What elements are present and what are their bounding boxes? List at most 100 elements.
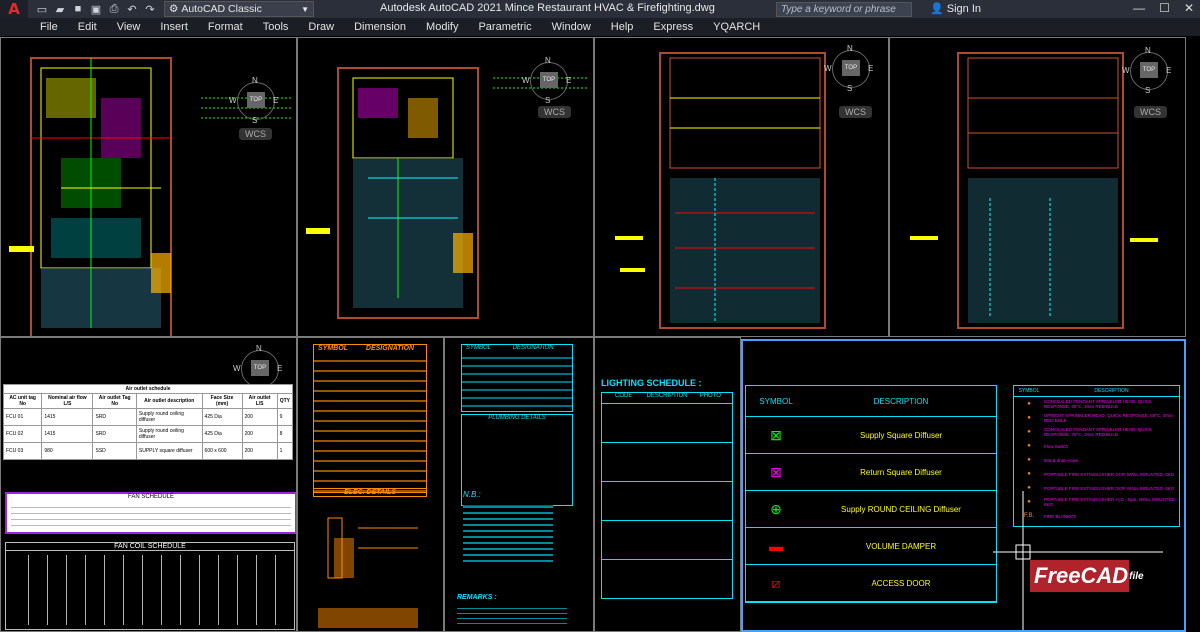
lighting-header-cell: DESCRIPTION [646, 393, 688, 399]
view-cube-top[interactable]: TOP [247, 92, 265, 108]
fan-schedule-title: FAN SCHEDULE [127, 494, 174, 500]
air-table-cell: SUPPLY square diffuser [135, 442, 203, 460]
brand-cad: CAD [1080, 563, 1129, 588]
menu-window[interactable]: Window [542, 21, 601, 33]
compass-s: S [847, 84, 853, 93]
close-icon[interactable]: ✕ [1184, 1, 1194, 15]
search-input[interactable]: Type a keyword or phrase [776, 2, 912, 17]
view-cube-top[interactable]: TOP [842, 60, 860, 76]
new-icon[interactable]: ▭ [36, 3, 48, 16]
menu-modify[interactable]: Modify [416, 21, 468, 33]
remarks-label: REMARKS : [457, 594, 497, 601]
air-table-cell: 200 [241, 442, 278, 460]
view-cube-top[interactable]: TOP [1140, 62, 1158, 78]
compass-n: N [847, 44, 853, 53]
menu-view[interactable]: View [107, 21, 151, 33]
window-controls: — ☐ ✕ [1133, 1, 1194, 15]
view-cube[interactable]: TOP N S E W [522, 56, 572, 105]
workspace-dropdown[interactable]: ⚙ AutoCAD Classic ▼ [164, 1, 314, 17]
air-table-cell: 1415 [41, 408, 94, 426]
legend-designation-header: DESIGNATION [365, 345, 415, 352]
wcs-menu[interactable]: WCS [239, 128, 272, 140]
wcs-menu[interactable]: WCS [839, 106, 872, 118]
viewport-3[interactable]: TOP N S E W WCS [594, 37, 889, 337]
compass-s: S [252, 116, 258, 125]
lighting-title: LIGHTING SCHEDULE : [601, 378, 702, 388]
viewport-2[interactable]: TOP N S E W WCS [297, 37, 594, 337]
save-as-icon[interactable]: ▣ [90, 3, 102, 16]
air-table-cell: Supply round ceiling diffuser [135, 408, 203, 426]
lighting-table: CODE DESCRIPTION PHOTO [601, 392, 733, 599]
menu-tools[interactable]: Tools [253, 21, 299, 33]
viewport-schedules[interactable]: TOP N S E W Air outlet schedule AC unit … [0, 337, 297, 632]
fan-schedule: FAN SCHEDULE [5, 492, 296, 534]
window-title: Autodesk AutoCAD 2021 Mince Restaurant H… [380, 2, 715, 14]
compass-w: W [1122, 66, 1130, 75]
view-cube[interactable]: TOP N S E W [1122, 46, 1172, 95]
menu-yqarch[interactable]: YQARCH [703, 21, 770, 33]
air-table-row: FCU 03 980 SSD SUPPLY square diffuser 600 x … [2, 442, 294, 460]
view-cube[interactable]: TOP N S E W [824, 44, 874, 93]
sign-in-label: Sign In [946, 3, 982, 15]
compass-s: S [1145, 86, 1151, 95]
autocad-logo-icon[interactable]: A [0, 0, 28, 18]
menu-help[interactable]: Help [601, 21, 644, 33]
nb-label: N.B.: [463, 490, 481, 499]
lighting-header-cell: PHOTO [699, 393, 721, 399]
title-bar: A ▭ ▰ ■ ▣ ⎙ ↶ ↷ ⚙ AutoCAD Classic ▼ Autod… [0, 0, 1200, 18]
air-table-cell: SRD [92, 425, 137, 443]
compass-n: N [252, 76, 258, 85]
compass-e: E [1166, 66, 1172, 75]
air-table-cell: 200 [241, 425, 278, 443]
air-table-cell: SRD [92, 408, 137, 426]
viewport-legend-plumbing[interactable]: SYMBOL DESIGNATION PLUMBING DETAILS N.B.… [444, 337, 594, 632]
lighting-header-cell: CODE [614, 393, 633, 399]
air-table-cell: 600 x 600 [201, 442, 243, 460]
open-icon[interactable]: ▰ [54, 3, 66, 16]
menu-express[interactable]: Express [643, 21, 703, 33]
compass-e: E [273, 96, 279, 105]
compass-w: W [229, 96, 237, 105]
air-table-cell: 980 [41, 442, 94, 460]
air-table-cell: 1415 [41, 425, 94, 443]
plumbing-legend: SYMBOL DESIGNATION [461, 344, 573, 412]
compass-e: E [277, 364, 283, 373]
air-table-cell: FCU 01 [2, 408, 43, 426]
fan-coil-schedule: FAN COIL SCHEDULE [5, 542, 295, 630]
save-icon[interactable]: ■ [72, 3, 84, 16]
sign-in-button[interactable]: 👤 Sign In [930, 2, 981, 15]
menu-file[interactable]: File [30, 21, 68, 33]
viewport-legend-orange[interactable]: SYMBOL DESIGNATION ELEC. DETAILS [297, 337, 444, 632]
wcs-menu[interactable]: WCS [538, 106, 571, 118]
print-icon[interactable]: ⎙ [108, 3, 120, 16]
viewport-4[interactable]: TOP N S E W WCS [889, 37, 1186, 337]
view-cube[interactable]: TOP N S E W [229, 76, 279, 125]
air-header-cell: Face Size (mm) [201, 393, 243, 409]
compass-e: E [868, 64, 874, 73]
maximize-icon[interactable]: ☐ [1159, 1, 1170, 15]
undo-icon[interactable]: ↶ [126, 3, 138, 16]
air-table-row: FCU 02 1415 SRD Supply round ceiling diffus… [2, 425, 294, 443]
viewport-lighting[interactable]: LIGHTING SCHEDULE : CODE DESCRIPTION PHOTO [594, 337, 741, 632]
air-header-cell: Air outlet description [135, 393, 203, 409]
viewport-1[interactable]: TOP N S E W WCS [0, 37, 297, 337]
menu-draw[interactable]: Draw [298, 21, 344, 33]
view-cube-top[interactable]: TOP [540, 72, 558, 88]
minimize-icon[interactable]: — [1133, 1, 1145, 15]
menu-format[interactable]: Format [198, 21, 253, 33]
air-table-cell: 9 [276, 408, 294, 426]
air-table-cell: 8 [276, 425, 294, 443]
redo-icon[interactable]: ↷ [144, 3, 156, 16]
menu-insert[interactable]: Insert [150, 21, 198, 33]
menu-parametric[interactable]: Parametric [468, 21, 541, 33]
freecadfile-logo: Free CAD file [1030, 560, 1144, 592]
air-header-cell: Nominal air flow L/S [41, 393, 94, 409]
menu-edit[interactable]: Edit [68, 21, 107, 33]
menu-dimension[interactable]: Dimension [344, 21, 416, 33]
air-table-cell: Supply round ceiling diffuser [135, 425, 203, 443]
legend-symbol-header: SYMBOL [318, 345, 348, 352]
fan-coil-title: FAN COIL SCHEDULE [6, 543, 294, 551]
compass-w: W [824, 64, 832, 73]
view-cube-top[interactable]: TOP [251, 360, 269, 376]
wcs-menu[interactable]: WCS [1134, 106, 1167, 118]
